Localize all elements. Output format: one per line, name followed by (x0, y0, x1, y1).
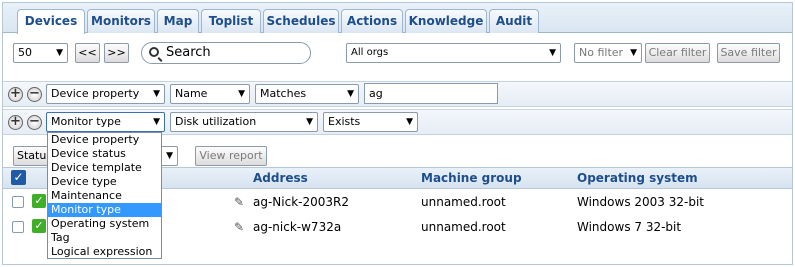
device-address[interactable]: ag-nick-w732a (253, 220, 341, 234)
add-filter-icon[interactable]: + (8, 115, 23, 130)
action-select[interactable]: ▼ (160, 146, 178, 166)
save-filter-button[interactable]: Save filter (717, 43, 780, 63)
dropdown-option-maintenance[interactable]: Maintenance (48, 189, 161, 203)
tab-schedules[interactable]: Schedules (263, 9, 339, 33)
filter1-value-input[interactable]: ag (364, 83, 498, 104)
filter2-property-value: Monitor type (51, 115, 121, 128)
device-machine-group: unnamed.root (421, 220, 506, 234)
status-ok-icon: ✓ (32, 219, 46, 233)
tab-toplist[interactable]: Toplist (201, 9, 261, 33)
status-button[interactable]: Status (13, 146, 51, 166)
orgs-select[interactable]: All orgs ▼ (346, 43, 561, 63)
remove-filter-icon[interactable]: − (27, 115, 42, 130)
column-header-machine-group[interactable]: Machine group (421, 171, 522, 185)
filter2-operator-value: Exists (328, 115, 361, 128)
device-address[interactable]: ag-Nick-2003R2 (253, 195, 349, 209)
filter-row-1: + − Device property ▼ Name ▼ Matches ▼ a… (3, 81, 792, 107)
add-filter-icon[interactable]: + (8, 87, 23, 102)
dropdown-option-operating-system[interactable]: Operating system (48, 217, 161, 231)
filter2-operator-select[interactable]: Exists ▼ (323, 112, 418, 132)
tab-knowledge[interactable]: Knowledge (405, 9, 487, 33)
tab-devices[interactable]: Devices (17, 9, 85, 34)
tab-map[interactable]: Map (157, 9, 199, 33)
page-size-select[interactable]: 50 ▼ (13, 43, 68, 63)
filter1-operator-value: Matches (260, 87, 307, 100)
filter-type-dropdown-list: Device property Device status Device tem… (47, 132, 162, 259)
paperclip-icon[interactable]: ✎ (234, 220, 244, 234)
chevron-down-icon: ▼ (630, 48, 637, 58)
page-size-value: 50 (18, 46, 32, 59)
filter-select-value: No filter (579, 46, 624, 59)
filter1-operator-select[interactable]: Matches ▼ (255, 84, 359, 104)
tab-strip: Devices Monitors Map Toplist Schedules A… (3, 3, 792, 34)
chevron-down-icon: ▼ (549, 48, 556, 58)
dropdown-option-logical-expression[interactable]: Logical expression (48, 245, 161, 259)
filter1-field-select[interactable]: Name ▼ (170, 84, 250, 104)
dropdown-option-device-type[interactable]: Device type (48, 175, 161, 189)
dropdown-option-device-template[interactable]: Device template (48, 161, 161, 175)
filter-select[interactable]: No filter ▼ (574, 43, 642, 63)
dropdown-option-monitor-type[interactable]: Monitor type (48, 203, 161, 217)
filter2-field-select[interactable]: Disk utilization ▼ (170, 112, 318, 132)
chevron-down-icon: ▼ (153, 117, 160, 127)
tab-audit[interactable]: Audit (489, 9, 539, 33)
view-report-button[interactable]: View report (195, 146, 267, 166)
row-checkbox[interactable] (12, 221, 24, 233)
filter1-property-select[interactable]: Device property ▼ (46, 84, 165, 104)
chevron-down-icon: ▼ (347, 89, 354, 99)
chevron-down-icon: ▼ (166, 151, 173, 161)
tab-monitors[interactable]: Monitors (87, 9, 155, 33)
filter2-property-select[interactable]: Monitor type ▼ (46, 112, 165, 132)
orgs-value: All orgs (351, 47, 389, 58)
column-header-operating-system[interactable]: Operating system (577, 171, 698, 185)
select-all-checkbox[interactable]: ✓ (11, 170, 26, 185)
search-icon (149, 47, 159, 57)
paperclip-icon[interactable]: ✎ (234, 195, 244, 209)
clear-filter-button[interactable]: Clear filter (645, 43, 710, 63)
remove-filter-icon[interactable]: − (27, 87, 42, 102)
column-header-address[interactable]: Address (253, 171, 308, 185)
device-os: Windows 2003 32-bit (577, 195, 704, 209)
tab-actions[interactable]: Actions (341, 9, 403, 33)
device-machine-group: unnamed.root (421, 195, 506, 209)
dropdown-option-device-status[interactable]: Device status (48, 147, 161, 161)
filter1-field-value: Name (175, 87, 208, 100)
filter1-property-value: Device property (51, 87, 140, 100)
chevron-down-icon: ▼ (238, 89, 245, 99)
prev-page-button[interactable]: << (75, 43, 100, 63)
chevron-down-icon: ▼ (153, 89, 160, 99)
chevron-down-icon: ▼ (56, 48, 63, 58)
filter2-field-value: Disk utilization (175, 115, 257, 128)
dropdown-option-tag[interactable]: Tag (48, 231, 161, 245)
next-page-button[interactable]: >> (104, 43, 129, 63)
chevron-down-icon: ▼ (406, 117, 413, 127)
status-ok-icon: ✓ (32, 194, 46, 208)
row-checkbox[interactable] (12, 196, 24, 208)
device-os: Windows 7 32-bit (577, 220, 682, 234)
dropdown-option-device-property[interactable]: Device property (48, 133, 161, 147)
search-placeholder: Search (166, 45, 211, 60)
chevron-down-icon: ▼ (306, 117, 313, 127)
search-input[interactable]: Search (141, 42, 311, 64)
